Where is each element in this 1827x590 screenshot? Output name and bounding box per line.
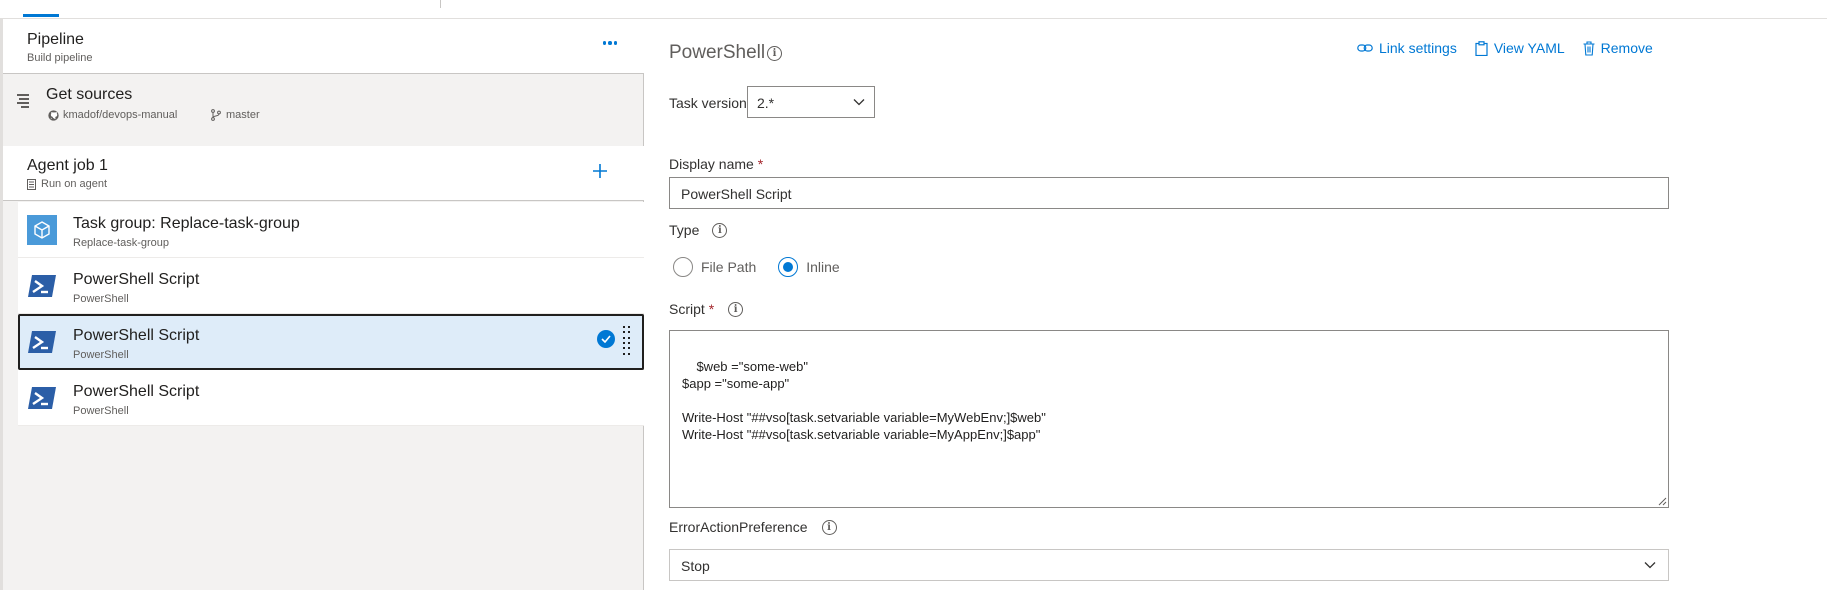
task-detail-panel: PowerShell i Link settings View YAML Rem… <box>645 19 1827 590</box>
task-title: PowerShell Script <box>73 327 200 344</box>
task-detail-title: PowerShell <box>669 42 766 63</box>
ellipsis-icon <box>602 41 618 45</box>
task-item-3[interactable]: PowerShell Script PowerShell <box>18 370 644 426</box>
type-label: Type i <box>669 222 728 238</box>
clipboard-icon <box>1475 40 1488 56</box>
task-subtitle: Replace-task-group <box>73 237 169 249</box>
task-title: PowerShell Script <box>73 383 200 400</box>
task-item-1[interactable]: PowerShell Script PowerShell <box>18 258 644 314</box>
radio-file-path[interactable]: File Path <box>673 257 756 277</box>
repo-name: kmadof/devops-manual <box>63 109 178 121</box>
required-marker: * <box>757 156 764 172</box>
remove-label: Remove <box>1600 40 1653 56</box>
repo-info: kmadof/devops-manual <box>48 109 177 121</box>
display-name-label: Display name * <box>669 156 763 172</box>
branch-name: master <box>226 109 260 121</box>
active-tab-indicator <box>23 14 59 17</box>
github-icon <box>48 109 59 121</box>
branch-info: master <box>211 109 260 121</box>
more-options-button[interactable] <box>599 33 621 53</box>
task-item-2[interactable]: PowerShell Script PowerShell <box>18 314 644 370</box>
view-yaml-button[interactable]: View YAML <box>1475 40 1565 56</box>
script-label: Script * i <box>669 301 744 317</box>
display-name-input[interactable]: PowerShell Script <box>669 177 1669 209</box>
radio-inline[interactable]: Inline <box>778 257 840 277</box>
checkmark-icon <box>597 330 615 348</box>
radio-button-selected[interactable] <box>778 257 799 277</box>
error-action-label-text: ErrorActionPreference <box>669 519 808 535</box>
task-item-0[interactable]: Task group: Replace-task-group Replace-t… <box>18 202 644 258</box>
task-version-value: 2.* <box>757 95 775 111</box>
agent-job-subtitle: Run on agent <box>27 178 107 190</box>
pipeline-header[interactable]: Pipeline Build pipeline <box>3 19 644 74</box>
task-title: PowerShell Script <box>73 271 200 288</box>
branch-icon <box>211 109 221 121</box>
type-label-text: Type <box>669 222 700 238</box>
chevron-down-icon <box>853 99 865 106</box>
header-actions: Link settings View YAML Remove <box>1357 40 1653 56</box>
link-settings-button[interactable]: Link settings <box>1357 40 1457 56</box>
radio-label: Inline <box>806 259 840 275</box>
agent-job-title: Agent job 1 <box>27 157 108 174</box>
view-yaml-label: View YAML <box>1493 40 1565 56</box>
pipeline-tasks-panel: Pipeline Build pipeline Get sources kmad… <box>0 19 644 590</box>
chevron-down-icon <box>1644 562 1656 569</box>
list-icon <box>17 93 33 108</box>
task-version-select[interactable]: 2.* <box>747 86 875 118</box>
radio-button[interactable] <box>673 257 693 277</box>
type-radio-group: File Path Inline <box>673 257 840 277</box>
error-action-value: Stop <box>681 558 710 574</box>
error-action-select[interactable]: Stop <box>669 549 1669 581</box>
powershell-icon <box>27 383 57 413</box>
drag-handle-icon[interactable] <box>623 326 631 356</box>
link-settings-label: Link settings <box>1379 40 1457 56</box>
add-task-button[interactable] <box>588 159 612 183</box>
info-icon[interactable]: i <box>821 519 837 535</box>
get-sources-title: Get sources <box>46 86 133 103</box>
info-icon[interactable]: i <box>728 301 744 317</box>
task-group-icon <box>27 215 57 245</box>
info-icon[interactable]: i <box>712 222 728 238</box>
agent-job-subtitle-text: Run on agent <box>41 178 108 190</box>
task-subtitle: PowerShell <box>73 405 129 417</box>
top-tab-bar <box>0 0 1827 19</box>
display-name-label-text: Display name <box>669 156 754 172</box>
get-sources-item[interactable]: Get sources kmadof/devops-manual master <box>3 75 644 140</box>
required-marker: * <box>708 301 715 317</box>
info-icon[interactable]: i <box>767 46 782 61</box>
error-action-label: ErrorActionPreference i <box>669 519 837 535</box>
pipeline-subtitle: Build pipeline <box>27 52 93 64</box>
remove-button[interactable]: Remove <box>1583 40 1653 56</box>
task-subtitle: PowerShell <box>73 349 129 361</box>
agent-job-item[interactable]: Agent job 1 Run on agent <box>3 146 644 201</box>
plus-icon <box>593 164 607 178</box>
task-title: Task group: Replace-task-group <box>73 215 300 232</box>
script-content: $web ="some-web" $app ="some-app" Write-… <box>682 359 1046 442</box>
script-textarea[interactable]: $web ="some-web" $app ="some-app" Write-… <box>669 330 1669 508</box>
link-icon <box>1357 44 1373 52</box>
script-label-text: Script <box>669 301 705 317</box>
server-icon <box>27 178 36 190</box>
trash-icon <box>1583 40 1595 56</box>
tab-separator <box>440 0 441 8</box>
pipeline-title: Pipeline <box>27 31 84 48</box>
task-version-label: Task version <box>669 95 747 111</box>
powershell-icon <box>27 271 57 301</box>
task-subtitle: PowerShell <box>73 293 129 305</box>
radio-label: File Path <box>701 259 757 275</box>
powershell-icon <box>27 327 57 357</box>
resize-handle-icon[interactable] <box>1657 496 1667 506</box>
